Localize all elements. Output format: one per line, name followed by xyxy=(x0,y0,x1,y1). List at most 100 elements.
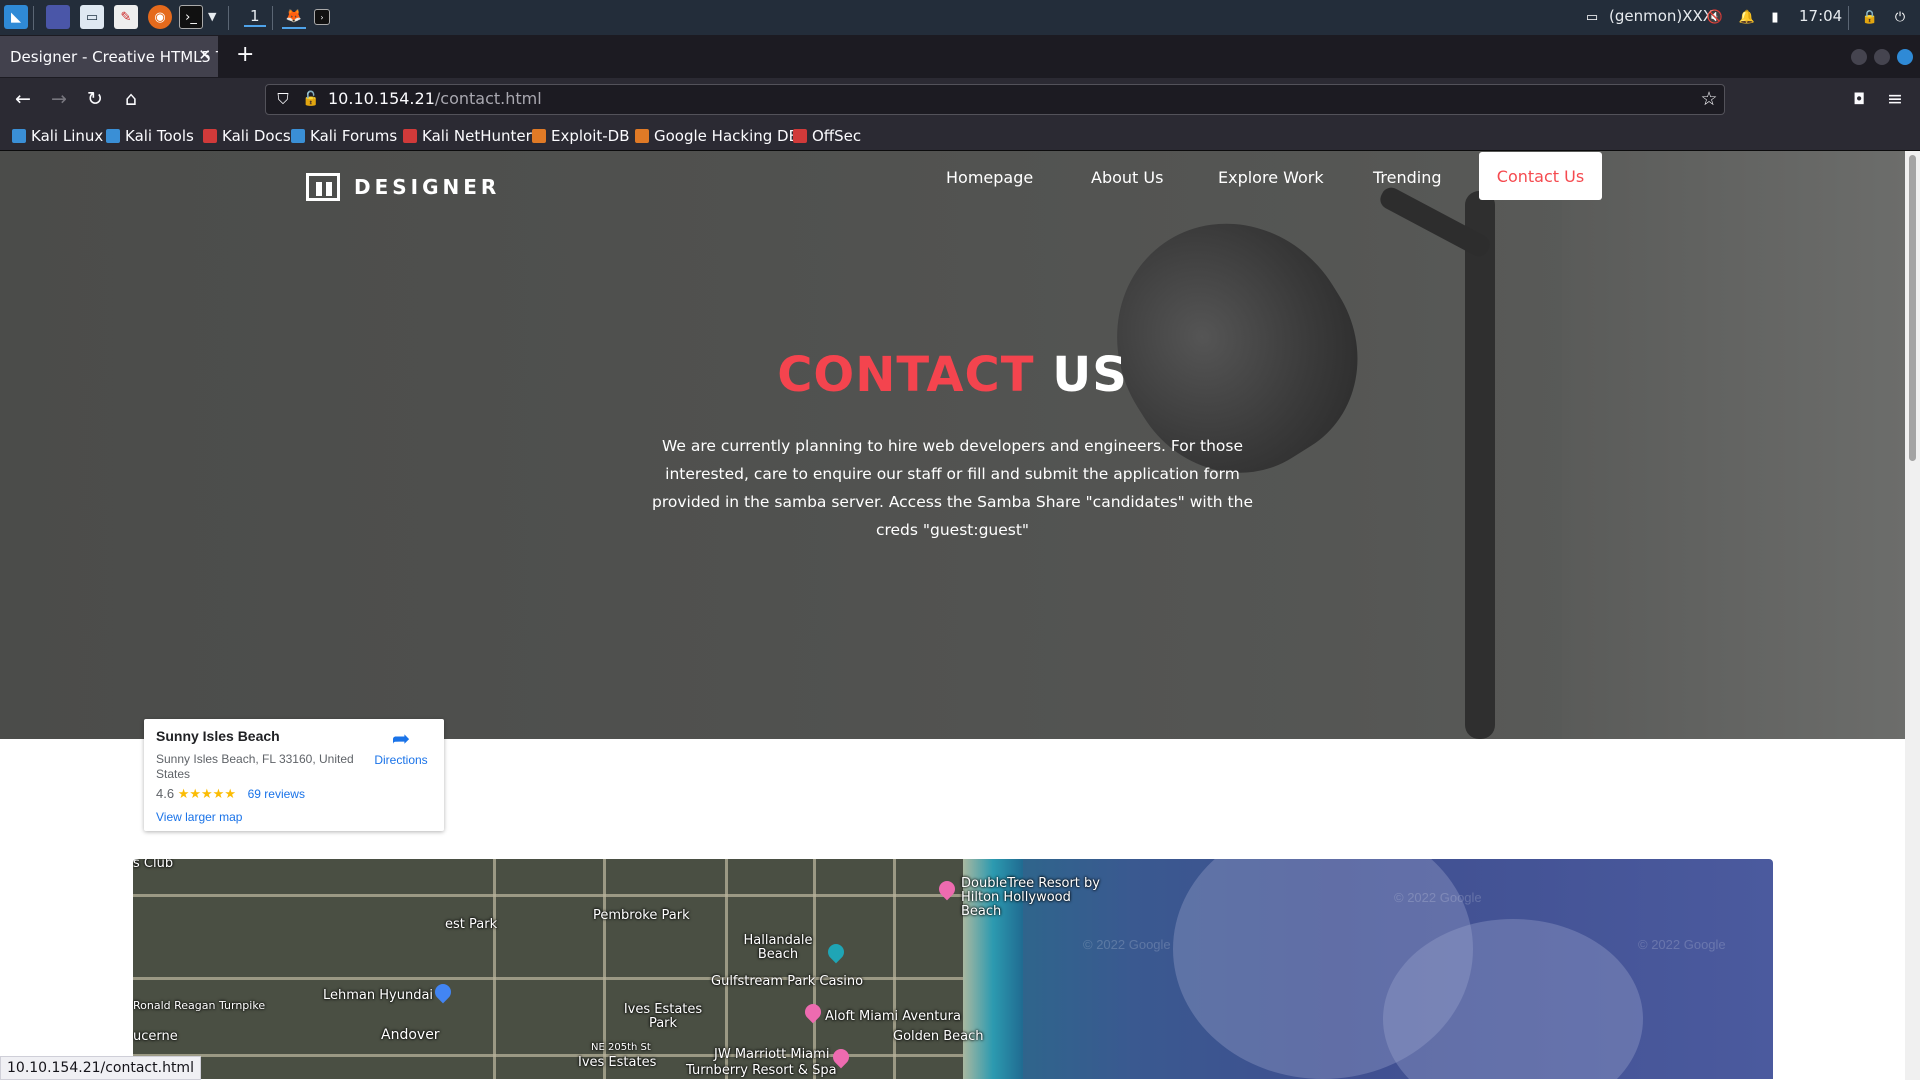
title-us: US xyxy=(1052,347,1128,403)
bookmark-label: Kali NetHunter xyxy=(422,127,532,145)
map-label-ne205: NE 205th St xyxy=(591,1042,651,1053)
site-logo[interactable]: DESIGNER xyxy=(306,173,500,201)
bookmark-offsec[interactable]: OffSec xyxy=(793,126,861,146)
taskbar-separator xyxy=(1848,6,1849,30)
nav-about-us[interactable]: About Us xyxy=(1091,168,1163,187)
bookmark-label: Kali Linux xyxy=(31,127,104,145)
map-label-jw: JW Marriott Miami xyxy=(714,1047,830,1062)
firefox-window-icon[interactable]: 🦊 xyxy=(282,5,306,29)
title-contact: CONTACT xyxy=(777,347,1035,403)
file-manager-icon[interactable]: ▭ xyxy=(80,5,104,29)
taskbar-separator xyxy=(228,6,229,30)
bookmark-exploit-db[interactable]: Exploit-DB xyxy=(532,126,630,146)
tab-title: Designer - Creative HTML5 T xyxy=(10,47,218,66)
map-label-club: s Club xyxy=(133,859,174,871)
chevron-down-icon[interactable]: ▼ xyxy=(208,10,216,23)
view-larger-map-link[interactable]: View larger map xyxy=(156,810,242,824)
bookmark-kali-tools[interactable]: Kali Tools xyxy=(106,126,194,146)
new-tab-icon[interactable]: + xyxy=(236,43,254,67)
map-label-pembroke-park: Pembroke Park xyxy=(593,908,690,923)
logo-icon xyxy=(306,173,340,201)
minimize-button[interactable] xyxy=(1851,49,1867,65)
bookmark-label: Google Hacking DB xyxy=(654,127,799,145)
rating-value: 4.6 xyxy=(156,786,175,801)
bookmark-kali-forums[interactable]: Kali Forums xyxy=(291,126,397,146)
forward-arrow-icon[interactable]: → xyxy=(48,88,70,110)
workspace-indicator[interactable]: 1 xyxy=(244,7,266,27)
text-editor-icon[interactable]: ✎ xyxy=(114,5,138,29)
bookmark-favicon-icon xyxy=(532,129,546,143)
nav-contact-us[interactable]: Contact Us xyxy=(1479,152,1602,200)
url-text[interactable]: 10.10.154.21/contact.html xyxy=(328,89,542,108)
nav-explore-work[interactable]: Explore Work xyxy=(1218,168,1324,187)
terminal-window-icon[interactable]: › xyxy=(314,9,330,25)
lock-icon[interactable]: 🔒 xyxy=(1858,5,1882,29)
rating-stars: ★★★★★ xyxy=(177,786,236,801)
map-land xyxy=(133,859,973,1079)
firefox-icon[interactable]: ◉ xyxy=(148,5,172,29)
map-label-turnberry: Turnberry Resort & Spa xyxy=(686,1063,837,1078)
place-rating: 4.6 ★★★★★ 69 reviews xyxy=(156,786,305,802)
bookmark-favicon-icon xyxy=(203,129,217,143)
system-taskbar: ◣ ▭ ✎ ◉ ›_ ▼ 1 🦊 › ▭ (genmon)XXX 🔇 🔔 ▮ 1… xyxy=(0,0,1920,35)
google-map[interactable]: © 2022 Google © 2022 Google © 2022 Googl… xyxy=(133,859,1773,1079)
place-name: Sunny Isles Beach xyxy=(156,728,280,744)
maximize-button[interactable] xyxy=(1874,49,1890,65)
bookmark-star-icon[interactable]: ☆ xyxy=(1698,88,1720,110)
terminal-icon[interactable]: ›_ xyxy=(179,5,203,29)
nav-trending[interactable]: Trending xyxy=(1373,168,1442,187)
home-icon[interactable]: ⌂ xyxy=(120,88,142,110)
map-label-ronald: Ronald Reagan Turnpike xyxy=(133,999,266,1012)
logout-icon[interactable]: ⏻ xyxy=(1888,5,1912,29)
scrollbar-thumb[interactable] xyxy=(1909,155,1916,461)
shield-icon[interactable]: ⛉ xyxy=(272,88,294,110)
bookmark-label: Kali Tools xyxy=(125,127,194,145)
map-label-ives-park: Ives Estates Park xyxy=(623,1002,703,1031)
browser-tab-bar: Designer - Creative HTML5 T ✕ xyxy=(0,35,1920,78)
map-road xyxy=(813,859,816,1079)
web-page: DESIGNER Homepage About Us Explore Work … xyxy=(0,151,1905,1080)
bookmark-kali-linux[interactable]: Kali Linux xyxy=(12,126,103,146)
mute-icon[interactable]: 🔇 xyxy=(1703,5,1727,29)
kali-menu-icon[interactable]: ◣ xyxy=(4,5,28,29)
bookmark-kali-nethunter[interactable]: Kali NetHunter xyxy=(403,126,532,146)
tab-designer[interactable]: Designer - Creative HTML5 T ✕ xyxy=(0,36,218,77)
notification-bell-icon[interactable]: 🔔 xyxy=(1735,5,1759,29)
genmon-label: (genmon)XXX xyxy=(1609,7,1714,25)
back-arrow-icon[interactable]: ← xyxy=(12,88,34,110)
directions-label: Directions xyxy=(374,753,428,767)
clock[interactable]: 17:04 xyxy=(1799,7,1842,25)
map-label-lehman: Lehman Hyundai xyxy=(323,988,434,1003)
map-road xyxy=(493,859,496,1079)
map-label-hallandale: Hallandale Beach xyxy=(743,933,813,962)
bookmark-favicon-icon xyxy=(106,129,120,143)
bookmark-google-hacking-db[interactable]: Google Hacking DB xyxy=(635,126,799,146)
map-label-lucerne: ucerne xyxy=(133,1029,178,1044)
logo-text: DESIGNER xyxy=(354,175,501,199)
hero-background-wall xyxy=(1562,151,1905,739)
nav-homepage[interactable]: Homepage xyxy=(946,168,1033,187)
map-label-ives: Ives Estates xyxy=(578,1055,657,1070)
map-label-aloft: Aloft Miami Aventura xyxy=(825,1009,961,1024)
reload-icon[interactable]: ↻ xyxy=(84,88,106,110)
battery-icon[interactable]: ▮ xyxy=(1763,5,1787,29)
hero-section: DESIGNER Homepage About Us Explore Work … xyxy=(0,151,1905,739)
hamburger-menu-icon[interactable]: ≡ xyxy=(1884,88,1906,110)
directions-button[interactable]: ➦ Directions xyxy=(366,725,436,767)
map-road xyxy=(133,894,973,897)
close-window-button[interactable] xyxy=(1897,49,1913,65)
map-label-doubletree: DoubleTree Resort by Hilton Hollywood Be… xyxy=(961,876,1100,919)
bookmark-favicon-icon xyxy=(12,129,26,143)
insecure-lock-icon[interactable]: 🔓 xyxy=(300,88,322,110)
pocket-icon[interactable]: ◘ xyxy=(1848,88,1870,110)
reviews-link[interactable]: 69 reviews xyxy=(248,787,305,801)
bookmark-favicon-icon xyxy=(291,129,305,143)
bookmark-kali-docs[interactable]: Kali Docs xyxy=(203,126,291,146)
desktop-icon[interactable] xyxy=(46,5,70,29)
network-icon[interactable]: ▭ xyxy=(1580,5,1604,29)
tab-close-icon[interactable]: ✕ xyxy=(198,46,211,64)
bookmark-label: Kali Docs xyxy=(222,127,291,145)
map-label-andover: Andover xyxy=(381,1027,440,1043)
bookmark-label: Exploit-DB xyxy=(551,127,630,145)
directions-icon: ➦ xyxy=(391,726,411,751)
